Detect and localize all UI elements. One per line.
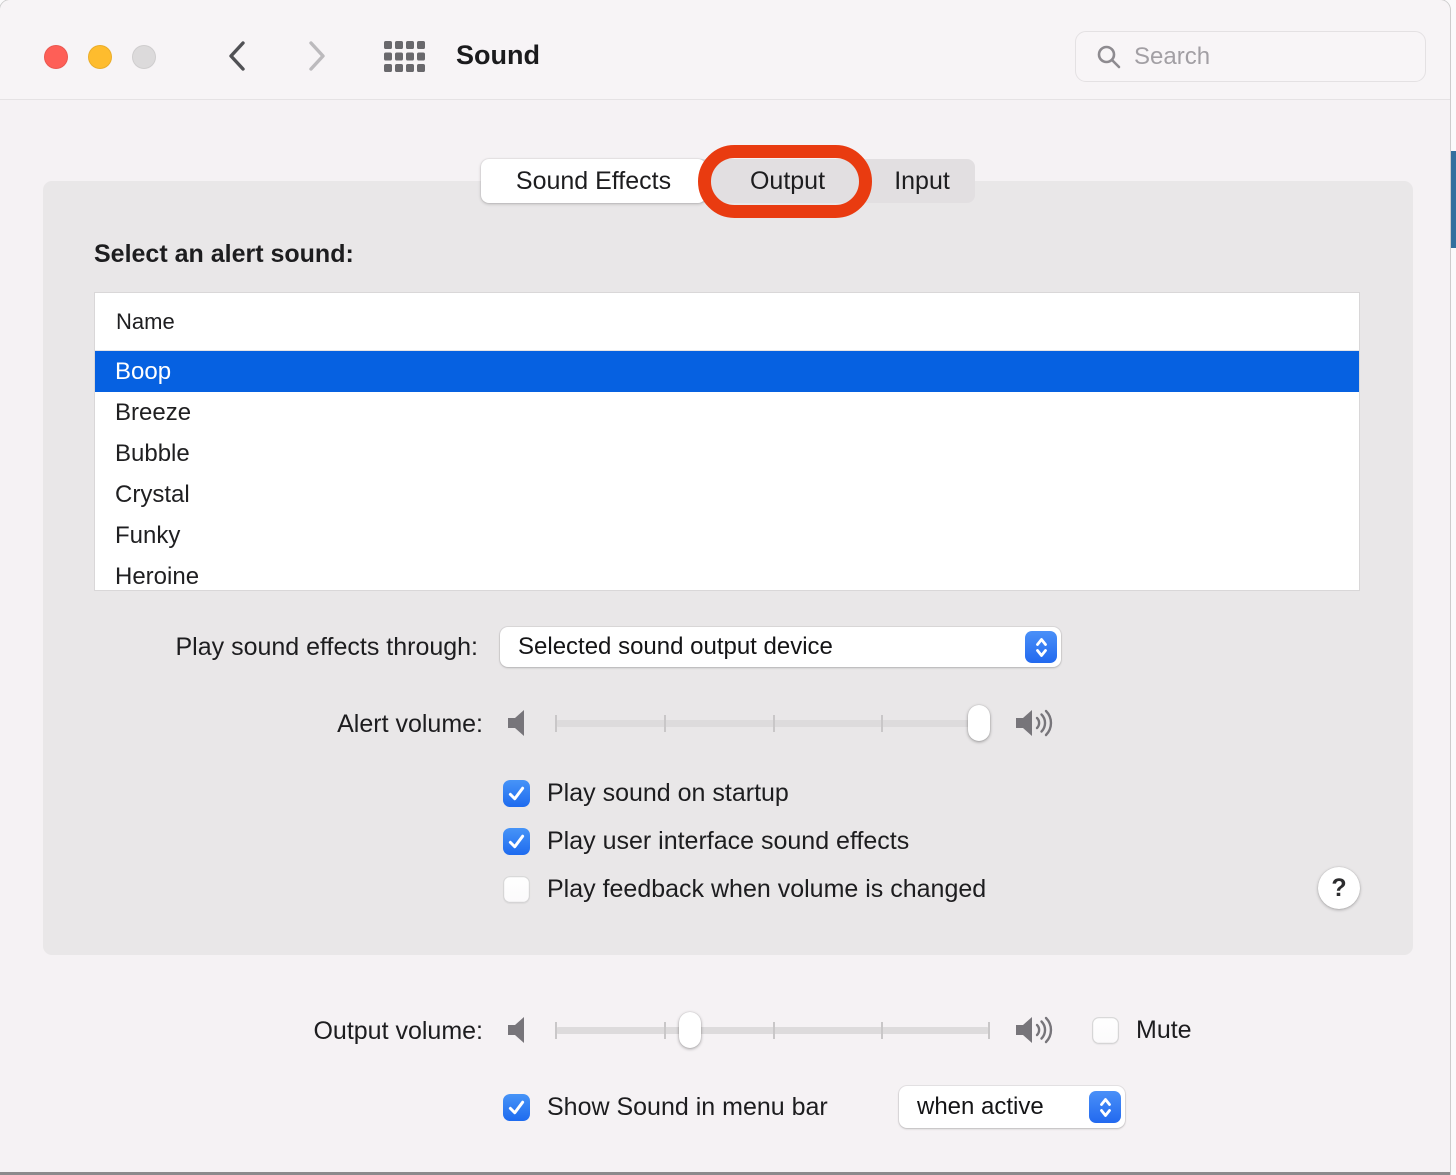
screen: Sound Search Sound Effects Output Input …	[0, 0, 1456, 1175]
checkbox-label: Play user interface sound effects	[547, 827, 909, 856]
play-ui-sound-effects-checkbox[interactable]	[503, 828, 530, 855]
slider-tick	[881, 1022, 883, 1039]
checkbox-row-startup: Play sound on startup	[503, 779, 789, 808]
search-icon	[1096, 44, 1122, 70]
background-window-edge	[1451, 151, 1456, 248]
play-sound-on-startup-checkbox[interactable]	[503, 780, 530, 807]
column-header-name[interactable]: Name	[95, 293, 1359, 351]
checkbox-label: Play sound on startup	[547, 779, 789, 808]
alert-volume-slider[interactable]	[555, 720, 990, 727]
forward-button	[304, 40, 330, 74]
output-volume-label: Output volume:	[313, 1017, 483, 1046]
slider-tick	[773, 1022, 775, 1039]
tab-output[interactable]: Output	[706, 159, 869, 203]
alert-sounds-table: Name Boop Breeze Bubble Crystal Funky He…	[94, 292, 1360, 591]
table-row-boop[interactable]: Boop	[95, 351, 1359, 392]
show-all-preferences-button[interactable]	[384, 41, 425, 72]
alert-volume-thumb[interactable]	[968, 705, 990, 741]
alert-sound-heading: Select an alert sound:	[94, 240, 354, 269]
minimize-button[interactable]	[88, 45, 112, 69]
tab-sound-effects[interactable]: Sound Effects	[481, 159, 706, 203]
table-row-breeze[interactable]: Breeze	[95, 392, 1359, 433]
table-row-bubble[interactable]: Bubble	[95, 433, 1359, 474]
slider-tick	[555, 715, 557, 732]
show-sound-menu-bar-checkbox[interactable]	[503, 1094, 530, 1121]
volume-low-icon	[505, 1015, 539, 1045]
play-feedback-volume-checkbox[interactable]	[503, 876, 530, 903]
slider-tick	[664, 715, 666, 732]
chevron-right-icon	[306, 40, 328, 72]
mute-label: Mute	[1136, 1016, 1192, 1045]
play-through-value: Selected sound output device	[518, 633, 833, 661]
back-button[interactable]	[224, 40, 250, 74]
menu-bar-row: Show Sound in menu bar	[503, 1093, 828, 1122]
checkbox-row-volume-feedback: Play feedback when volume is changed	[503, 875, 986, 904]
table-row-crystal[interactable]: Crystal	[95, 474, 1359, 515]
show-sound-menu-bar-label: Show Sound in menu bar	[547, 1093, 828, 1122]
mute-row: Mute	[1092, 1016, 1192, 1045]
slider-tick	[555, 1022, 557, 1039]
checkmark-icon	[506, 831, 527, 852]
checkmark-icon	[506, 1097, 527, 1118]
grid-icon	[384, 41, 425, 72]
mute-checkbox[interactable]	[1092, 1017, 1119, 1044]
play-through-dropdown[interactable]: Selected sound output device	[500, 627, 1061, 667]
slider-tick	[881, 715, 883, 732]
chevron-left-icon	[226, 40, 248, 72]
volume-high-icon	[1013, 708, 1059, 738]
search-field[interactable]: Search	[1075, 31, 1426, 82]
table-row-heroine[interactable]: Heroine	[95, 556, 1359, 591]
slider-tick	[988, 1022, 990, 1039]
output-volume-slider[interactable]	[555, 1027, 990, 1034]
alert-volume-label: Alert volume:	[337, 710, 483, 739]
play-through-label: Play sound effects through:	[175, 633, 478, 662]
output-volume-thumb[interactable]	[679, 1012, 701, 1048]
checkbox-row-ui-sounds: Play user interface sound effects	[503, 827, 909, 856]
menu-bar-visibility-value: when active	[917, 1093, 1044, 1121]
slider-tick	[664, 1022, 666, 1039]
stepper-icon	[1025, 631, 1057, 663]
titlebar: Sound Search	[0, 0, 1450, 100]
volume-low-icon	[505, 708, 539, 738]
zoom-button	[132, 45, 156, 69]
tab-bar: Sound Effects Output Input	[481, 159, 975, 203]
window-title: Sound	[456, 40, 540, 71]
help-button[interactable]: ?	[1318, 867, 1360, 909]
checkbox-label: Play feedback when volume is changed	[547, 875, 986, 904]
tab-input[interactable]: Input	[869, 159, 975, 203]
sound-preferences-window: Sound Search Sound Effects Output Input …	[0, 0, 1450, 1175]
menu-bar-visibility-dropdown[interactable]: when active	[899, 1086, 1125, 1128]
volume-high-icon	[1013, 1015, 1059, 1045]
search-placeholder: Search	[1134, 43, 1210, 71]
slider-tick	[773, 715, 775, 732]
table-row-funky[interactable]: Funky	[95, 515, 1359, 556]
close-button[interactable]	[44, 45, 68, 69]
stepper-icon	[1089, 1091, 1121, 1123]
checkmark-icon	[506, 783, 527, 804]
